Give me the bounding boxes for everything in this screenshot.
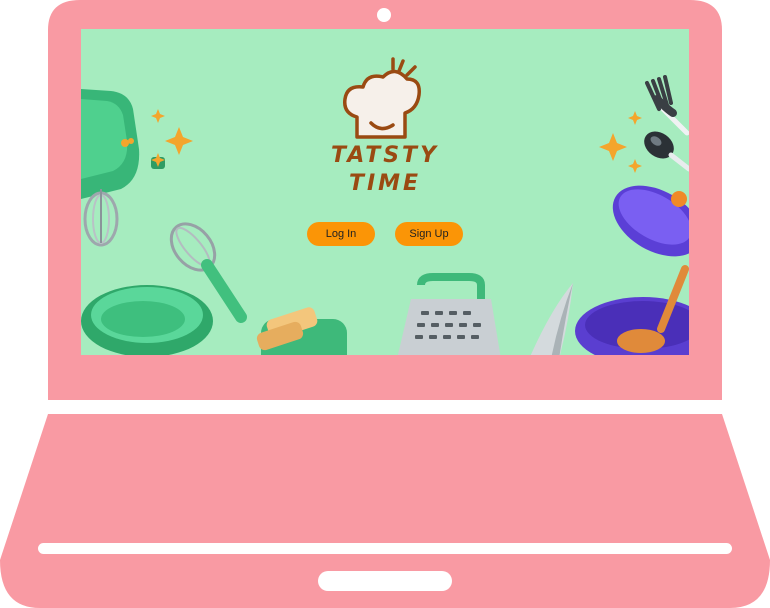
fork-icon xyxy=(645,75,689,136)
signup-button[interactable]: Sign Up xyxy=(395,222,463,246)
laptop-screen: TATSTY TIME Log In Sign Up xyxy=(81,29,689,355)
touchpad-notch xyxy=(318,571,452,591)
webcam-icon xyxy=(377,8,391,22)
brand-title-line2: TIME xyxy=(348,171,422,196)
brand-title-line1: TATSTY xyxy=(330,143,439,168)
hand-mixer-icon xyxy=(81,89,165,247)
toaster-icon xyxy=(256,307,347,355)
knife-icon xyxy=(530,283,573,355)
deck-edge xyxy=(38,543,732,554)
pot-icon xyxy=(575,265,689,355)
login-button[interactable]: Log In xyxy=(307,222,375,246)
chef-hat-logo-icon xyxy=(343,57,421,139)
grater-icon xyxy=(397,273,501,355)
bowl-icon xyxy=(81,285,213,355)
